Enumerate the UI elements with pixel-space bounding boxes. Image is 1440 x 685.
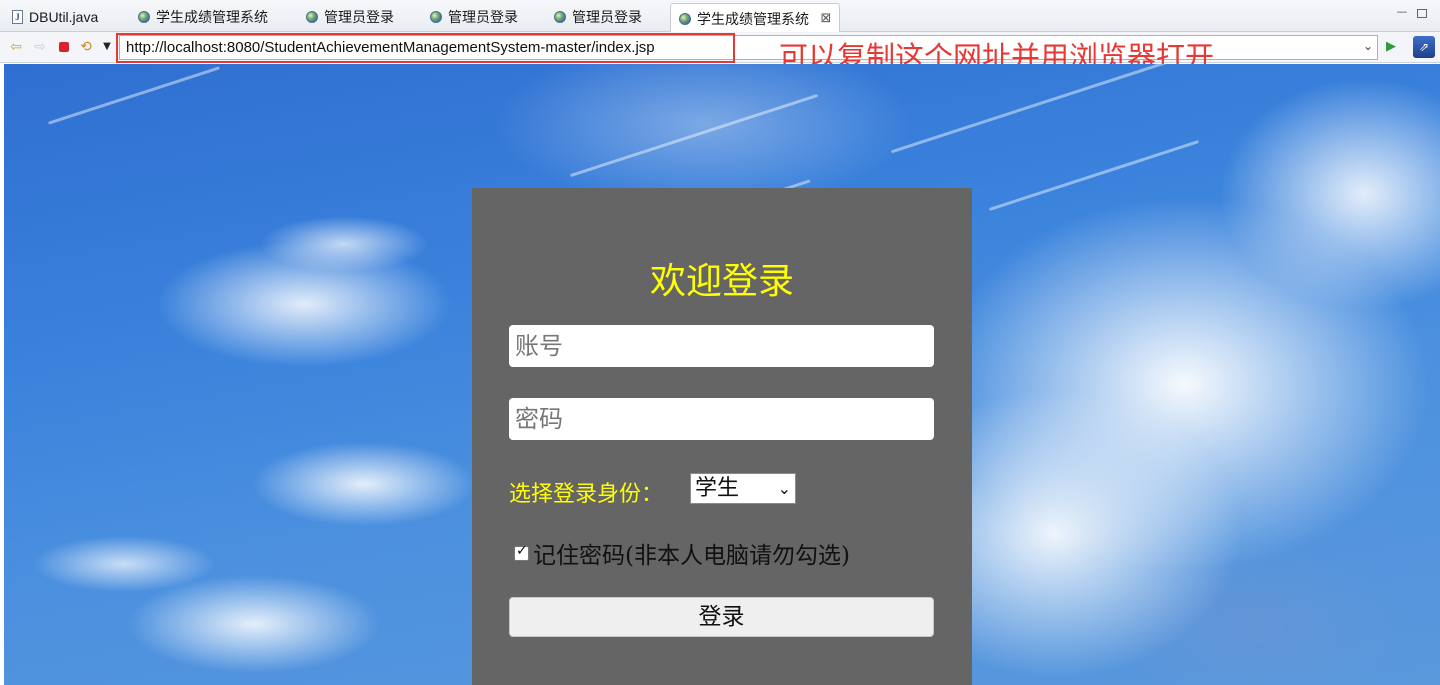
java-file-icon: J [12,10,23,24]
tab-dbutil-java[interactable]: J DBUtil.java [4,3,98,31]
chevron-down-icon: ⌄ [777,479,791,498]
minimize-icon[interactable]: — [1396,6,1408,18]
globe-icon [306,11,318,23]
account-input[interactable] [509,325,934,367]
remember-checkbox[interactable] [514,543,529,561]
forward-arrow-icon[interactable]: ⇨ [32,39,48,55]
tab-label: 管理员登录 [448,9,518,25]
login-button[interactable]: 登录 [509,597,934,637]
go-icon[interactable]: ▶ [1386,39,1400,55]
tab-student-system-active[interactable]: 学生成绩管理系统 ⊠ [670,3,840,33]
browser-toolbar: ⇦ ⇨ ⟲ ▼ http://localhost:8080/StudentAch… [0,32,1440,63]
tab-admin-login-2[interactable]: 管理员登录 [422,3,518,31]
globe-icon [554,11,566,23]
login-title: 欢迎登录 [649,261,794,302]
tab-label: 管理员登录 [324,9,394,25]
chevron-down-icon[interactable]: ⌄ [1363,39,1373,53]
refresh-icon[interactable]: ⟲ [78,39,94,55]
nav-menu-dropdown-icon[interactable]: ▼ [99,39,115,55]
tab-student-system-1[interactable]: 学生成绩管理系统 [130,3,268,31]
external-browser-icon[interactable]: ⇗ [1413,36,1435,58]
back-arrow-icon[interactable]: ⇦ [8,39,24,55]
globe-icon [138,11,150,23]
tab-admin-login-3[interactable]: 管理员登录 [546,3,642,31]
tab-admin-login-1[interactable]: 管理员登录 [298,3,394,31]
globe-icon [430,11,442,23]
tab-label: 学生成绩管理系统 [156,9,268,25]
role-label: 选择登录身份： [509,482,664,507]
role-select-value: 学生 [695,476,740,501]
login-panel: 欢迎登录 选择登录身份： 学生 ⌄ 记住密码(非本人电脑请勿勾选) 登录 [472,188,972,685]
maximize-icon[interactable] [1417,9,1427,18]
globe-icon [679,12,691,25]
tab-label: DBUtil.java [29,9,99,25]
stop-icon[interactable] [56,39,72,55]
remember-password[interactable]: 记住密码(非本人电脑请勿勾选) [514,536,850,570]
tab-label: 管理员登录 [572,9,642,25]
url-text[interactable]: http://localhost:8080/StudentAchievement… [126,39,655,56]
remember-label: 记住密码(非本人电脑请勿勾选) [533,543,850,569]
role-select[interactable]: 学生 ⌄ [690,473,796,504]
editor-tab-bar: J DBUtil.java 学生成绩管理系统 管理员登录 管理员登录 管理员登录… [0,0,1440,33]
tab-label: 学生成绩管理系统 [697,10,809,27]
password-input[interactable] [509,398,934,440]
close-tab-icon[interactable]: ⊠ [819,11,833,26]
